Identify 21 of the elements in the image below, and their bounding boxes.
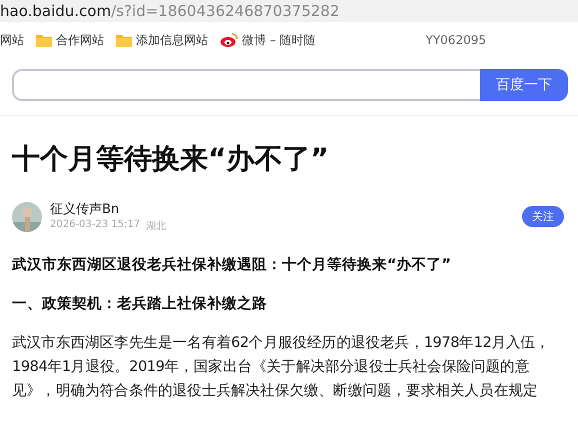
author-name[interactable]: 征义传声Bn bbox=[50, 200, 514, 218]
url-path: /s?id=1860436246870375282 bbox=[111, 2, 340, 20]
bookmark[interactable]: 合作网站 bbox=[36, 32, 104, 48]
url-host: hao.baidu.com bbox=[0, 2, 112, 20]
follow-button[interactable]: 关注 bbox=[522, 206, 564, 227]
address-bar[interactable]: hao.baidu.com/s?id=1860436246870375282 bbox=[0, 0, 578, 22]
folder-icon bbox=[116, 33, 132, 47]
article-paragraph: 武汉市东西湖区李先生是一名有着62个月服役经历的退役老兵，1978年12月入伍，1984年1月退役。2019年，国家出台《关于解决部分退役士兵社会保险问题的意见》，明确为符合条件的退役士兵解决社保欠缴、断缴问题，要求相关人员在规定 bbox=[12, 334, 551, 401]
folder-icon bbox=[36, 33, 52, 47]
article-lead: 武汉市东西湖区退役老兵社保补缴遇阻：十个月等待换来“办不了” bbox=[12, 256, 452, 274]
bookmark-label: YY062095 bbox=[426, 33, 486, 47]
search-button[interactable]: 百度一下 bbox=[480, 69, 568, 101]
weibo-icon bbox=[220, 32, 238, 48]
bookmark[interactable]: 添加信息网站 bbox=[116, 32, 208, 48]
search-field[interactable] bbox=[12, 69, 480, 101]
location: 湖北 bbox=[146, 220, 166, 233]
publish-time: 2026-03-23 15:17 bbox=[50, 219, 140, 232]
article-title: 十个月等待换来“办不了” bbox=[12, 141, 330, 177]
bookmark[interactable]: 网站 bbox=[0, 32, 24, 48]
section-heading: 一、政策契机：老兵踏上社保补缴之路 bbox=[12, 294, 268, 313]
bookmark[interactable]: 微博 – 随时随 bbox=[220, 32, 316, 48]
